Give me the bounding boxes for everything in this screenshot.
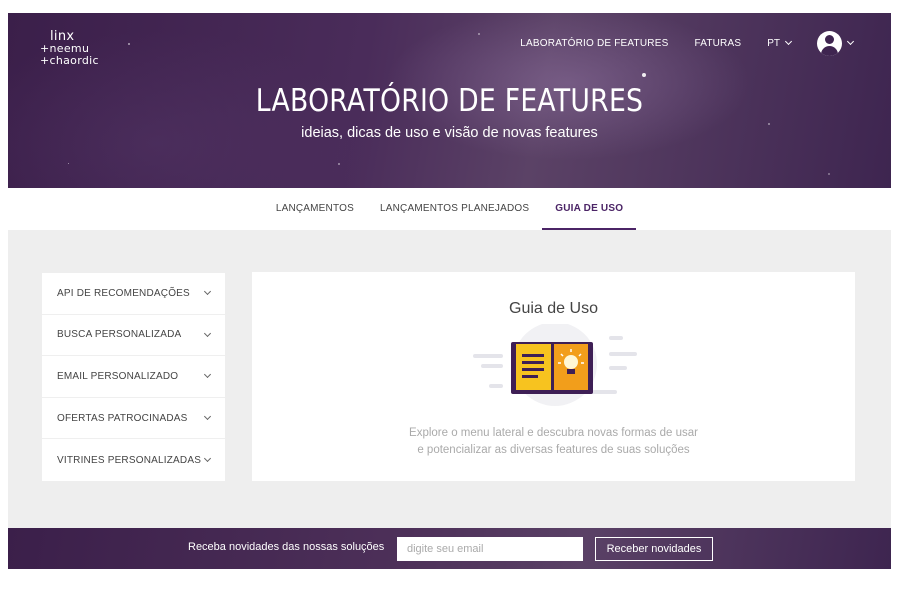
open-book-lightbulb-illustration [473, 324, 637, 406]
sidebar-item-vitrines-personalizadas[interactable]: VITRINES PERSONALIZADAS [42, 439, 225, 481]
sidebar-menu: API DE RECOMENDAÇÕES BUSCA PERSONALIZADA… [42, 273, 225, 481]
nav-link-faturas[interactable]: FATURAS [694, 38, 741, 49]
sidebar-item-label: EMAIL PERSONALIZADO [57, 370, 179, 382]
user-menu[interactable] [817, 30, 855, 56]
page-frame: linx +neemu +chaordic LABORATÓRIO DE FEA… [8, 13, 891, 569]
subscribe-button[interactable]: Receber novidades [595, 537, 713, 561]
sidebar-item-label: API DE RECOMENDAÇÕES [57, 287, 190, 299]
tab-lancamentos-planejados[interactable]: LANÇAMENTOS PLANEJADOS [367, 188, 542, 230]
card-description-line-1: Explore o menu lateral e descubra novas … [409, 427, 698, 439]
section-tabs: LANÇAMENTOS LANÇAMENTOS PLANEJADOS GUIA … [8, 188, 891, 230]
chevron-down-icon [203, 413, 212, 421]
sidebar-item-api-recomendacoes[interactable]: API DE RECOMENDAÇÕES [42, 273, 225, 315]
tab-guia-de-uso[interactable]: GUIA DE USO [542, 188, 637, 230]
sidebar-item-label: VITRINES PERSONALIZADAS [57, 454, 202, 466]
card-description: Explore o menu lateral e descubra novas … [252, 425, 855, 458]
sidebar-item-label: BUSCA PERSONALIZADA [57, 329, 182, 341]
linx-logo[interactable]: linx +neemu +chaordic [40, 30, 100, 71]
newsletter-label: Receba novidades das nossas soluções [188, 541, 385, 553]
chevron-down-icon [203, 371, 212, 379]
top-nav: LABORATÓRIO DE FEATURES FATURAS PT [520, 13, 891, 73]
sidebar-item-label: OFERTAS PATROCINADAS [57, 412, 188, 424]
card-title: Guia de Uso [509, 300, 598, 317]
chevron-down-icon [203, 288, 212, 296]
chevron-down-icon [203, 329, 212, 337]
sidebar-item-busca-personalizada[interactable]: BUSCA PERSONALIZADA [42, 315, 225, 357]
nav-link-laboratorio[interactable]: LABORATÓRIO DE FEATURES [520, 38, 668, 49]
guide-card: Guia de Uso Explore o menu lateral e des… [252, 272, 855, 481]
chevron-down-icon [784, 37, 793, 46]
hero-title: LABORATÓRIO DE FEATURES [255, 83, 644, 119]
sidebar-item-email-personalizado[interactable]: EMAIL PERSONALIZADO [42, 356, 225, 398]
chevron-down-icon [203, 455, 212, 463]
language-label: PT [767, 37, 780, 49]
newsletter-footer: Receba novidades das nossas soluções Rec… [8, 528, 891, 569]
tab-lancamentos[interactable]: LANÇAMENTOS [263, 188, 367, 230]
email-field[interactable] [397, 537, 583, 561]
logo-line-3: +chaordic [40, 54, 99, 67]
card-description-line-2: e potencializar as diversas features de … [417, 443, 690, 456]
sidebar-item-ofertas-patrocinadas[interactable]: OFERTAS PATROCINADAS [42, 398, 225, 440]
language-selector[interactable]: PT [767, 37, 793, 49]
chevron-down-icon [846, 37, 855, 46]
hero-subtitle: ideias, dicas de uso e visão de novas fe… [301, 125, 598, 141]
hero-banner: linx +neemu +chaordic LABORATÓRIO DE FEA… [8, 13, 891, 188]
user-avatar-icon [817, 30, 842, 56]
